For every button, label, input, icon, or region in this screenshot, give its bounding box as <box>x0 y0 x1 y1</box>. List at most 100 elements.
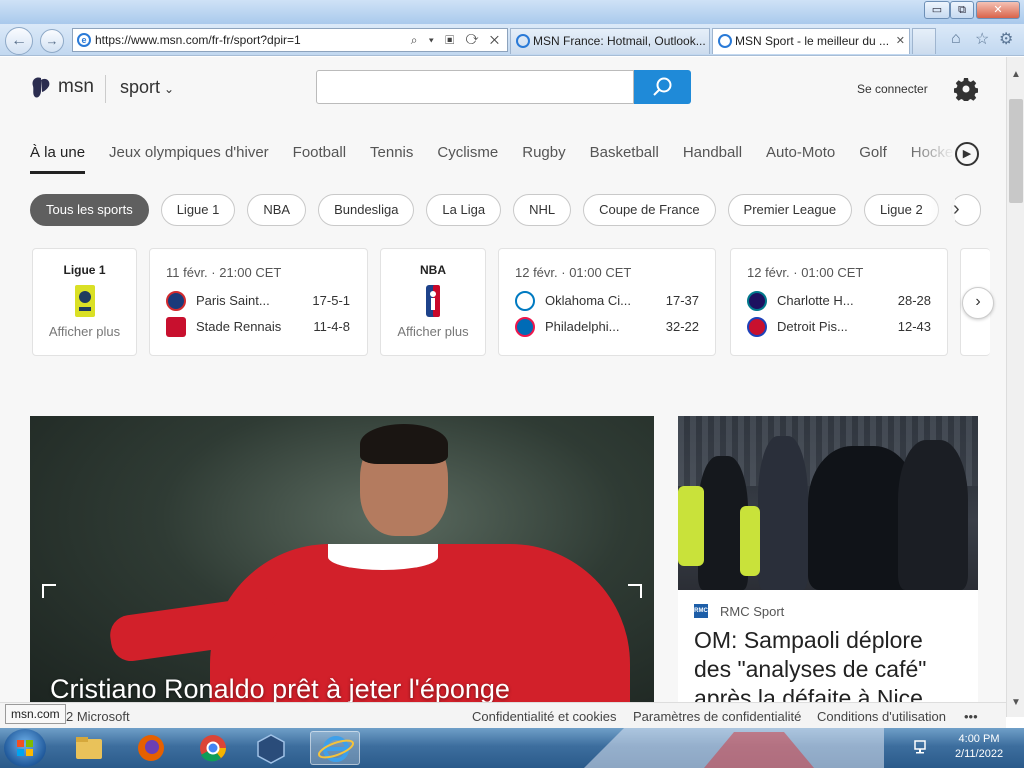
tab-handball[interactable]: Handball <box>683 144 742 174</box>
league-card-nba[interactable]: NBA Afficher plus <box>380 248 486 356</box>
tab-msn-france[interactable]: MSN France: Hotmail, Outlook... <box>510 28 710 54</box>
thunder-logo-icon <box>515 291 535 311</box>
nav-fade <box>905 142 955 168</box>
search-icon <box>653 77 672 96</box>
chip-nhl[interactable]: NHL <box>513 194 572 226</box>
scroll-thumb[interactable] <box>1009 99 1023 203</box>
terms-link[interactable]: Conditions d'utilisation <box>817 709 946 724</box>
team-row: Detroit Pis... 12-43 <box>747 317 931 337</box>
side-story-card[interactable]: RMC RMC Sport OM: Sampaoli déplore des "… <box>678 416 978 702</box>
tools-gear-icon[interactable]: ⚙ <box>999 29 1013 49</box>
pistons-logo-icon <box>747 317 767 337</box>
msn-wordmark: msn <box>58 76 94 97</box>
tab-cyclisme[interactable]: Cyclisme <box>437 144 498 174</box>
tab-auto-moto[interactable]: Auto-Moto <box>766 144 835 174</box>
chip-ligue-1[interactable]: Ligue 1 <box>160 194 236 226</box>
chip-tous-les-sports[interactable]: Tous les sports <box>30 194 149 226</box>
hero-image <box>30 416 654 702</box>
tab-football[interactable]: Football <box>293 144 346 174</box>
tab-tennis[interactable]: Tennis <box>370 144 413 174</box>
settings-gear-icon[interactable] <box>954 77 978 101</box>
corner-bracket <box>628 584 642 598</box>
story-source: RMC Sport <box>720 604 785 619</box>
show-more-link[interactable]: Afficher plus <box>381 324 485 339</box>
minimize-button[interactable]: ▭ <box>924 1 950 19</box>
network-tray-icon[interactable] <box>914 740 930 754</box>
team-row: Philadelphi... 32-22 <box>515 317 699 337</box>
favorites-star-icon[interactable]: ☆ <box>975 29 989 49</box>
clock-date: 2/11/2022 <box>954 748 1004 760</box>
psg-logo-icon <box>166 291 186 311</box>
chip-coupe-de-france[interactable]: Coupe de France <box>583 194 716 226</box>
privacy-settings-link[interactable]: Paramètres de confidentialité <box>633 709 801 724</box>
hero-headline[interactable]: Cristiano Ronaldo prêt à jeter l'éponge <box>50 674 510 702</box>
chevron-right-icon[interactable]: › <box>953 198 960 221</box>
chip-premier-league[interactable]: Premier League <box>727 194 853 226</box>
team-name: Detroit Pis... <box>777 319 848 334</box>
firefox-icon[interactable] <box>126 731 176 765</box>
home-icon[interactable]: ⌂ <box>951 30 961 48</box>
address-actions-icon[interactable]: ⌕ ▾ ▣ ⟳ ✕ <box>411 29 503 51</box>
nav-next-arrow-icon[interactable]: ▶ <box>955 142 979 166</box>
hero-story[interactable]: Cristiano Ronaldo prêt à jeter l'éponge <box>30 416 654 702</box>
back-arrow-icon[interactable]: ← <box>5 27 33 55</box>
clock-time: 4:00 PM <box>958 733 1000 745</box>
scroll-down-icon[interactable]: ▼ <box>1011 697 1021 708</box>
league-name: NBA <box>420 263 446 277</box>
maximize-button[interactable]: ⧉ <box>950 1 974 19</box>
signin-link[interactable]: Se connecter <box>857 82 928 96</box>
internet-explorer-icon[interactable] <box>310 731 360 765</box>
team-row: Stade Rennais 11-4-8 <box>166 317 350 337</box>
match-card[interactable]: 12 févr. · 01:00 CET Charlotte H... 28-2… <box>730 248 948 356</box>
explorer-folder-icon[interactable] <box>64 731 114 765</box>
page-scrollbar[interactable]: ▲ ▼ <box>1006 57 1024 717</box>
league-card-ligue1[interactable]: Ligue 1 Afficher plus <box>32 248 137 356</box>
chip-bundesliga[interactable]: Bundesliga <box>318 194 415 226</box>
search-button[interactable] <box>634 70 691 104</box>
side-story-image <box>678 416 978 590</box>
tab-basketball[interactable]: Basketball <box>590 144 659 174</box>
forward-arrow-icon[interactable]: → <box>40 29 64 53</box>
chrome-icon[interactable] <box>188 731 238 765</box>
scores-next-arrow-icon[interactable]: › <box>962 287 994 319</box>
league-name: Ligue 1 <box>63 263 106 277</box>
match-card[interactable]: 12 févr. · 01:00 CET Oklahoma Ci... 17-3… <box>498 248 716 356</box>
section-dropdown[interactable]: sport ⌄ <box>120 77 174 98</box>
tab-label: MSN Sport - le meilleur du ... <box>735 34 890 48</box>
system-clock[interactable]: 4:00 PM 2/11/2022 <box>944 732 1014 762</box>
msn-logo[interactable]: msn <box>30 73 94 101</box>
address-input[interactable]: e https://www.msn.com/fr-fr/sport?dpir=1… <box>72 28 508 52</box>
virtualbox-icon[interactable] <box>246 731 296 765</box>
chip-nba[interactable]: NBA <box>247 194 307 226</box>
msn-sport-page: msn sport ⌄ Se connecter À la une Jeux ol… <box>0 57 1006 702</box>
status-bar-url: msn.com <box>5 704 66 724</box>
tab-jeux-olympiques[interactable]: Jeux olympiques d'hiver <box>109 144 269 174</box>
scroll-up-icon[interactable]: ▲ <box>1011 69 1021 80</box>
team-name: Stade Rennais <box>196 319 282 334</box>
team-record: 12-43 <box>897 319 931 334</box>
ie-tab-icon <box>718 34 732 48</box>
chip-la-liga[interactable]: La Liga <box>426 194 502 226</box>
hornets-logo-icon <box>747 291 767 311</box>
side-story-headline[interactable]: OM: Sampaoli déplore des "analyses de ca… <box>694 626 964 702</box>
sport-nav-tabs: À la une Jeux olympiques d'hiver Footbal… <box>30 144 977 174</box>
address-url: https://www.msn.com/fr-fr/sport?dpir=1 <box>95 33 301 47</box>
chevron-down-icon: ⌄ <box>164 82 175 96</box>
search-input[interactable] <box>316 70 634 104</box>
footer-more-icon[interactable]: ••• <box>964 709 978 724</box>
team-record: 11-4-8 <box>313 319 350 334</box>
show-more-link[interactable]: Afficher plus <box>33 324 136 339</box>
tab-a-la-une[interactable]: À la une <box>30 144 86 174</box>
corner-bracket <box>42 584 56 598</box>
match-card[interactable]: 11 févr. · 21:00 CET Paris Saint... 17-5… <box>149 248 368 356</box>
close-window-button[interactable]: ✕ <box>976 1 1020 19</box>
tab-label: MSN France: Hotmail, Outlook... <box>533 34 706 48</box>
privacy-cookies-link[interactable]: Confidentialité et cookies <box>472 709 617 724</box>
start-button[interactable] <box>4 729 46 767</box>
tab-rugby[interactable]: Rugby <box>522 144 565 174</box>
tab-golf[interactable]: Golf <box>859 144 887 174</box>
tab-msn-sport[interactable]: MSN Sport - le meilleur du ... ✕ <box>712 28 910 54</box>
new-tab-button[interactable] <box>912 28 936 54</box>
match-time: 11 févr. · 21:00 CET <box>166 265 282 280</box>
close-tab-icon[interactable]: ✕ <box>896 29 905 53</box>
